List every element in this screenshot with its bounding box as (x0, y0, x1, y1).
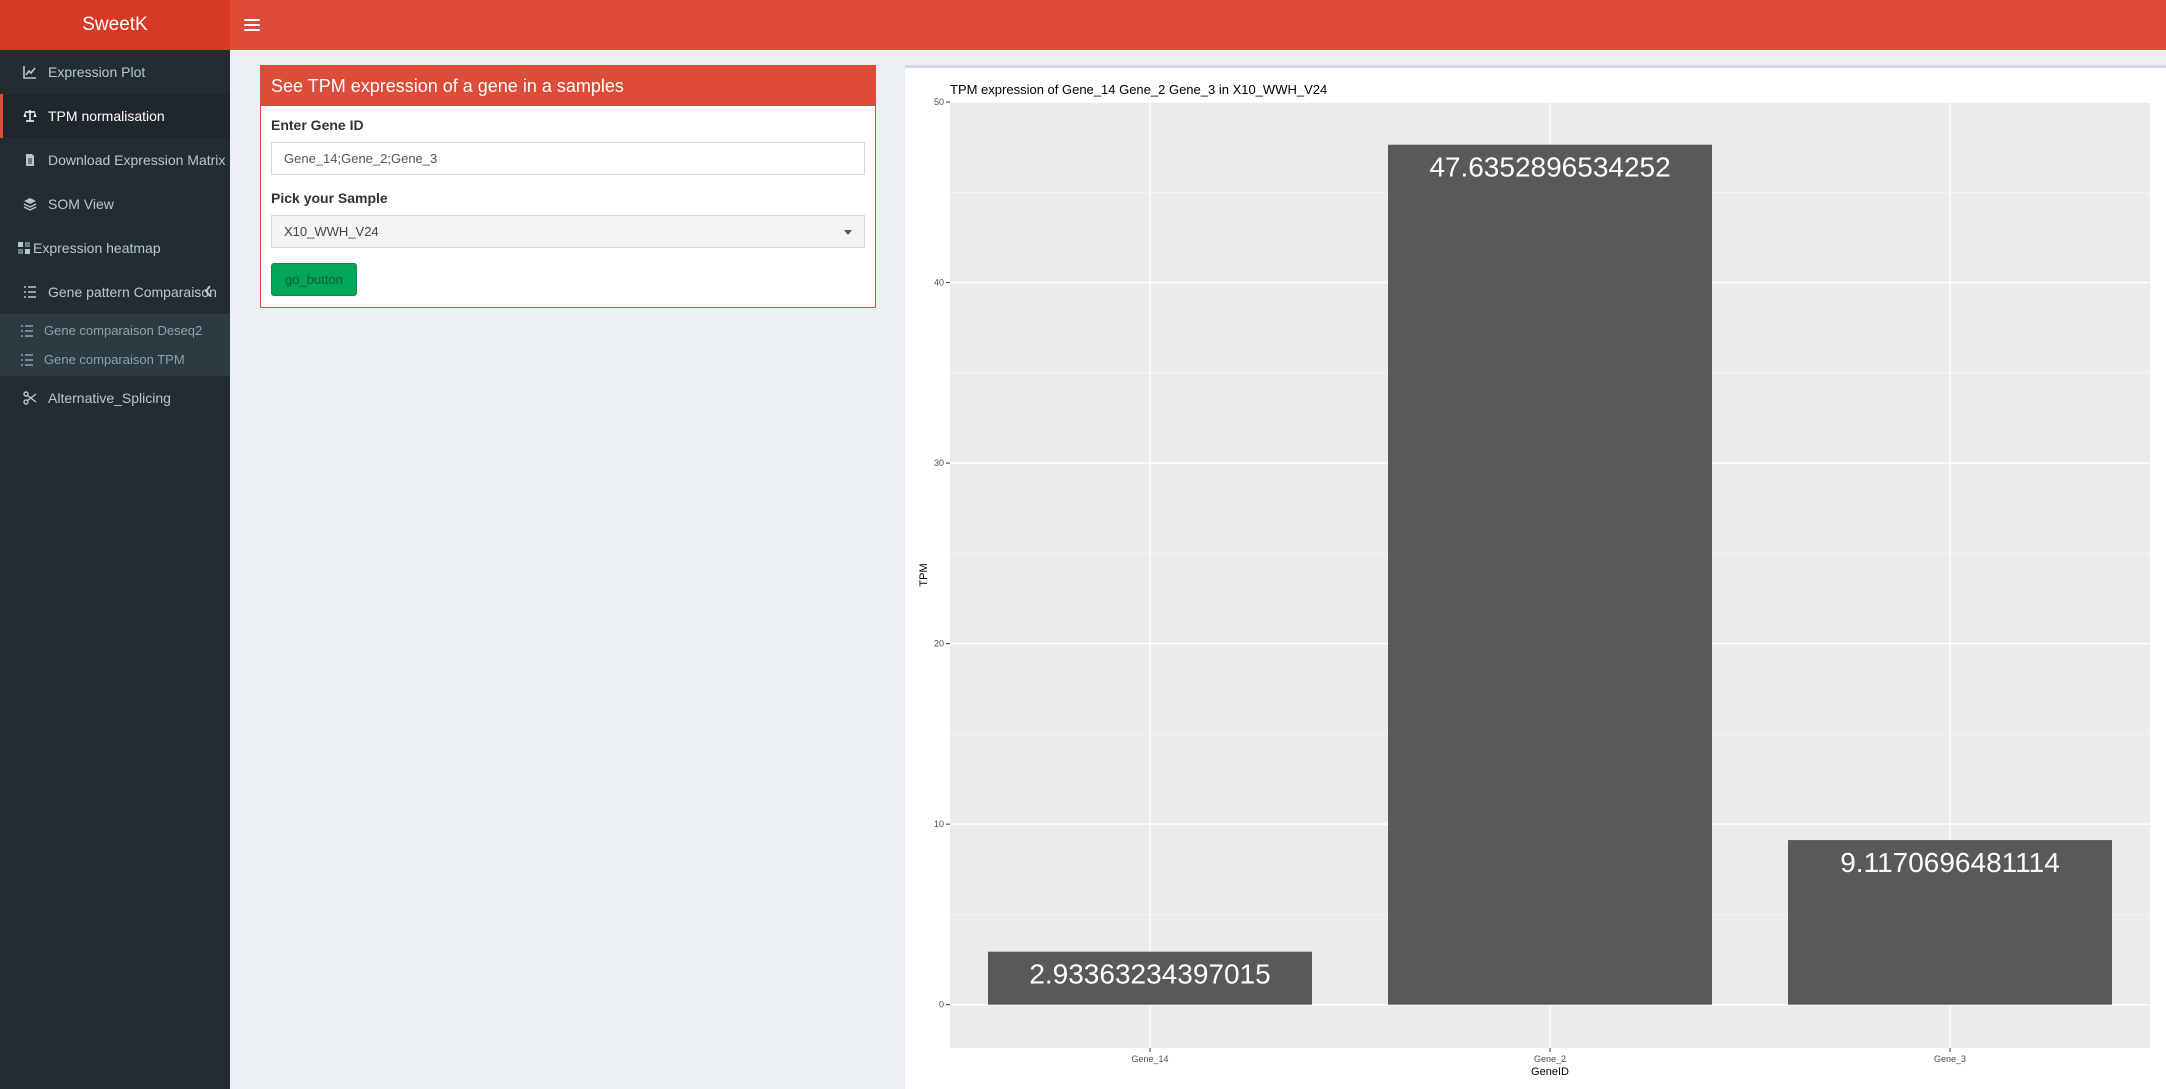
list-icon (20, 324, 38, 338)
gene-id-label: Enter Gene ID (271, 117, 364, 133)
file-icon (21, 153, 39, 167)
y-tick-label: 40 (934, 278, 944, 288)
bar-gene-2 (1388, 144, 1712, 1005)
sample-select-value: X10_WWH_V24 (284, 224, 379, 239)
scissors-icon (21, 391, 39, 405)
sample-label: Pick your Sample (271, 190, 388, 206)
x-axis-title: GeneID (1531, 1066, 1569, 1078)
sidebar-item-label: Alternative_Splicing (48, 390, 171, 406)
app-logo[interactable]: SweetK (0, 0, 230, 50)
sidebar-item-label: SOM View (48, 196, 114, 212)
bar-data-label: 2.93363234397015 (1029, 959, 1270, 990)
caret-down-icon (844, 230, 852, 235)
list-icon (20, 353, 38, 367)
sidebar-subitem-deseq2[interactable]: Gene comparaison Deseq2 (0, 316, 230, 345)
sample-select[interactable]: X10_WWH_V24 (271, 215, 865, 248)
x-axis: Gene_14 Gene_2 Gene_3 (1131, 1048, 1966, 1064)
heatmap-icon (17, 241, 31, 255)
bar-data-label: 9.1170696481114 (1840, 847, 2060, 878)
sidebar-toggle-icon[interactable] (244, 15, 260, 35)
sidebar-item-label: TPM normalisation (48, 108, 165, 124)
line-chart-icon (21, 65, 39, 79)
sidebar-item-label: Gene pattern Comparaison (48, 284, 217, 300)
chevron-left-icon (204, 284, 212, 300)
sidebar-item-label: Expression heatmap (33, 240, 161, 256)
sidebar-item-tpm-normalisation[interactable]: TPM normalisation (0, 94, 230, 138)
gene-id-input[interactable] (271, 142, 865, 175)
sidebar-subitem-label: Gene comparaison Deseq2 (44, 323, 203, 338)
balance-scale-icon (21, 109, 39, 123)
sidebar-item-expression-heatmap[interactable]: Expression heatmap (0, 226, 230, 270)
x-tick-label: Gene_2 (1534, 1054, 1566, 1064)
sidebar-item-label: Expression Plot (48, 64, 146, 80)
sidebar-item-alternative-splicing[interactable]: Alternative_Splicing (0, 376, 230, 420)
y-tick-label: 20 (934, 639, 944, 649)
list-icon (21, 285, 39, 299)
sidebar-item-expression-plot[interactable]: Expression Plot (0, 50, 230, 94)
tpm-bar-chart-panel: TPM expression of Gene_14 Gene_2 Gene_3 … (905, 65, 2166, 1089)
sidebar-subitem-tpm[interactable]: Gene comparaison TPM (0, 345, 230, 374)
y-tick-label: 30 (934, 458, 944, 468)
y-tick-label: 50 (934, 97, 944, 107)
sidebar: Expression Plot TPM normalisation Downlo… (0, 50, 230, 1089)
y-tick-label: 10 (934, 819, 944, 829)
sidebar-subitem-label: Gene comparaison TPM (44, 352, 185, 367)
y-axis-title: TPM (918, 563, 930, 586)
sidebar-item-label: Download Expression Matrix (48, 152, 226, 168)
sidebar-item-gene-pattern-comparaison[interactable]: Gene pattern Comparaison (0, 270, 230, 314)
go-button[interactable]: go_button (271, 263, 357, 296)
tpm-bar-chart: TPM expression of Gene_14 Gene_2 Gene_3 … (918, 82, 2150, 1078)
layers-icon (21, 197, 39, 211)
box-title: See TPM expression of a gene in a sample… (261, 66, 875, 106)
bar-data-label: 47.6352896534252 (1429, 152, 1670, 183)
tpm-query-box: See TPM expression of a gene in a sample… (260, 65, 876, 308)
x-tick-label: Gene_3 (1934, 1054, 1966, 1064)
y-tick-label: 0 (939, 1000, 944, 1010)
gene-pattern-submenu: Gene comparaison Deseq2 Gene comparaison… (0, 314, 230, 376)
sidebar-item-som-view[interactable]: SOM View (0, 182, 230, 226)
x-tick-label: Gene_14 (1131, 1054, 1168, 1064)
top-navbar (230, 0, 2166, 50)
y-axis: 0 10 20 30 40 50 (934, 97, 950, 1010)
chart-title: TPM expression of Gene_14 Gene_2 Gene_3 … (950, 82, 1327, 97)
sidebar-item-download-expression-matrix[interactable]: Download Expression Matrix (0, 138, 230, 182)
